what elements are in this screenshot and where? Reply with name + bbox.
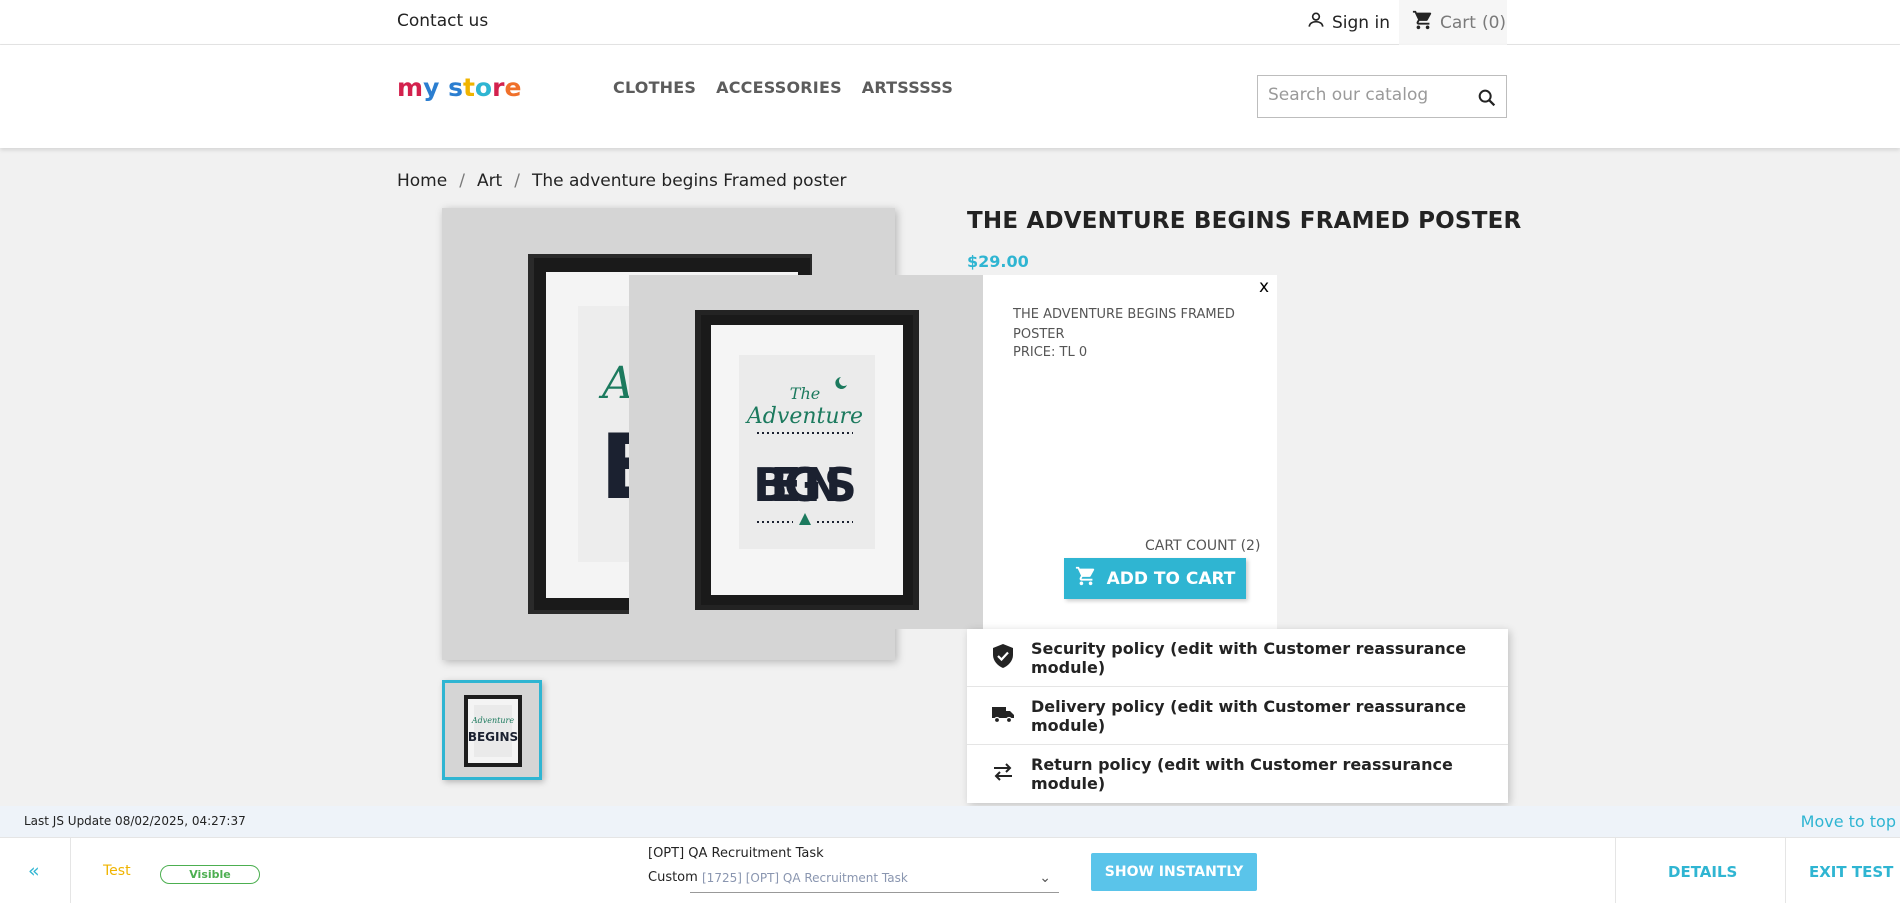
divider [1615, 838, 1616, 903]
popup-product-price: PRICE: TL 0 [1013, 345, 1088, 360]
cart-icon [1075, 565, 1097, 592]
nav-item-accessories[interactable]: ACCESSORIES [716, 78, 842, 97]
popup-product-image: The Adventure BEGINS [629, 275, 983, 629]
shield-icon [991, 643, 1015, 673]
reassurance-item-return: Return policy (edit with Customer reassu… [967, 745, 1508, 803]
thumb-adventure-text: Adventure [471, 716, 514, 725]
nav-item-clothes[interactable]: CLOTHES [613, 78, 696, 97]
popup-poster-begins: BEGINS [753, 458, 857, 512]
cart-link[interactable]: Cart (0) [1399, 0, 1507, 45]
divider [70, 838, 71, 903]
product-price: $29.00 [967, 252, 1029, 271]
exit-test-link[interactable]: EXIT TEST [1809, 863, 1893, 881]
logo-letter: r [492, 73, 505, 102]
breadcrumb-home[interactable]: Home [397, 171, 447, 191]
logo-letter: t [462, 73, 475, 102]
logo-letter: s [448, 73, 463, 102]
logo-letter: m [397, 73, 424, 102]
swap-arrows-icon [991, 762, 1015, 786]
test-label: Test [103, 863, 131, 879]
user-icon [1306, 10, 1326, 35]
popup-cart-count: CART COUNT (2) [1145, 538, 1261, 554]
show-instantly-button[interactable]: SHOW INSTANTLY [1091, 853, 1257, 891]
breadcrumb: Home / Art / The adventure begins Framed… [397, 171, 847, 191]
popup-poster-image: The Adventure BEGINS [695, 310, 919, 610]
thumbnail-image: Adventure BEGINS [464, 695, 522, 767]
popup-poster-the: The [790, 384, 820, 403]
search-input[interactable] [1268, 85, 1468, 105]
breadcrumb-current: The adventure begins Framed poster [531, 171, 847, 191]
visible-badge: Visible [160, 865, 260, 884]
breadcrumb-separator: / [459, 171, 465, 191]
quick-cart-popup: The Adventure BEGINS x THE ADVENTURE BEG… [629, 275, 1277, 629]
popup-product-name: THE ADVENTURE BEGINS FRAMED POSTER [1013, 307, 1235, 342]
contact-us-link[interactable]: Contact us [397, 11, 488, 31]
update-bar: Last JS Update 08/02/2025, 04:27:37 Move… [0, 806, 1900, 837]
reassurance-label: Return policy (edit with Customer reassu… [1031, 755, 1453, 793]
divider [1785, 838, 1786, 903]
move-to-top-link[interactable]: Move to top [1801, 812, 1896, 831]
popup-poster-adventure: Adventure [745, 404, 863, 429]
collapse-toolbar-icon[interactable]: « [28, 860, 40, 882]
sign-in-link[interactable]: Sign in [1306, 10, 1390, 35]
chevron-down-icon: ⌄ [1039, 870, 1051, 886]
breadcrumb-separator: / [514, 171, 520, 191]
search-icon[interactable] [1476, 87, 1498, 113]
logo-letter [439, 73, 448, 102]
task-select-value: [1725] [OPT] QA Recruitment Task [702, 871, 908, 885]
logo-letter: o [474, 73, 493, 102]
logo-letter: y [423, 73, 440, 102]
reassurance-item-security: Security policy (edit with Customer reas… [967, 629, 1508, 687]
thumb-begins-text: BEGINS [468, 730, 518, 744]
reassurance-label: Delivery policy (edit with Customer reas… [1031, 696, 1467, 735]
logo-letter: e [504, 73, 522, 102]
top-bar: Contact us Sign in Cart (0) [0, 0, 1900, 45]
reassurance-block: Security policy (edit with Customer reas… [967, 629, 1508, 803]
add-to-cart-label: ADD TO CART [1106, 568, 1236, 589]
nav-item-art[interactable]: ARTSSSSS [862, 78, 953, 97]
reassurance-label: Security policy (edit with Customer reas… [1031, 638, 1467, 677]
cart-icon [1412, 9, 1434, 36]
task-name: [OPT] QA Recruitment Task [648, 846, 824, 861]
breadcrumb-art[interactable]: Art [477, 171, 502, 191]
main-nav: CLOTHES ACCESSORIES ARTSSSSS [613, 78, 953, 97]
store-logo[interactable]: my store [397, 73, 521, 102]
truck-icon [991, 704, 1015, 728]
cart-label: Cart [1440, 12, 1476, 33]
popup-close-button[interactable]: x [1259, 277, 1269, 297]
site-header: my store CLOTHES ACCESSORIES ARTSSSSS [0, 45, 1900, 148]
last-update-text: Last JS Update 08/02/2025, 04:27:37 [24, 814, 246, 828]
product-title: THE ADVENTURE BEGINS FRAMED POSTER [967, 208, 1522, 234]
add-to-cart-button[interactable]: ADD TO CART [1064, 558, 1246, 599]
search-box [1257, 75, 1507, 118]
test-toolbar: « Test Visible [OPT] QA Recruitment Task… [0, 837, 1900, 903]
sign-in-label: Sign in [1332, 12, 1390, 33]
task-select[interactable]: [1725] [OPT] QA Recruitment Task ⌄ [690, 865, 1059, 893]
product-thumbnail[interactable]: Adventure BEGINS [442, 680, 542, 780]
reassurance-item-delivery: Delivery policy (edit with Customer reas… [967, 687, 1508, 745]
details-link[interactable]: DETAILS [1668, 863, 1737, 881]
cart-count: (0) [1481, 12, 1507, 33]
